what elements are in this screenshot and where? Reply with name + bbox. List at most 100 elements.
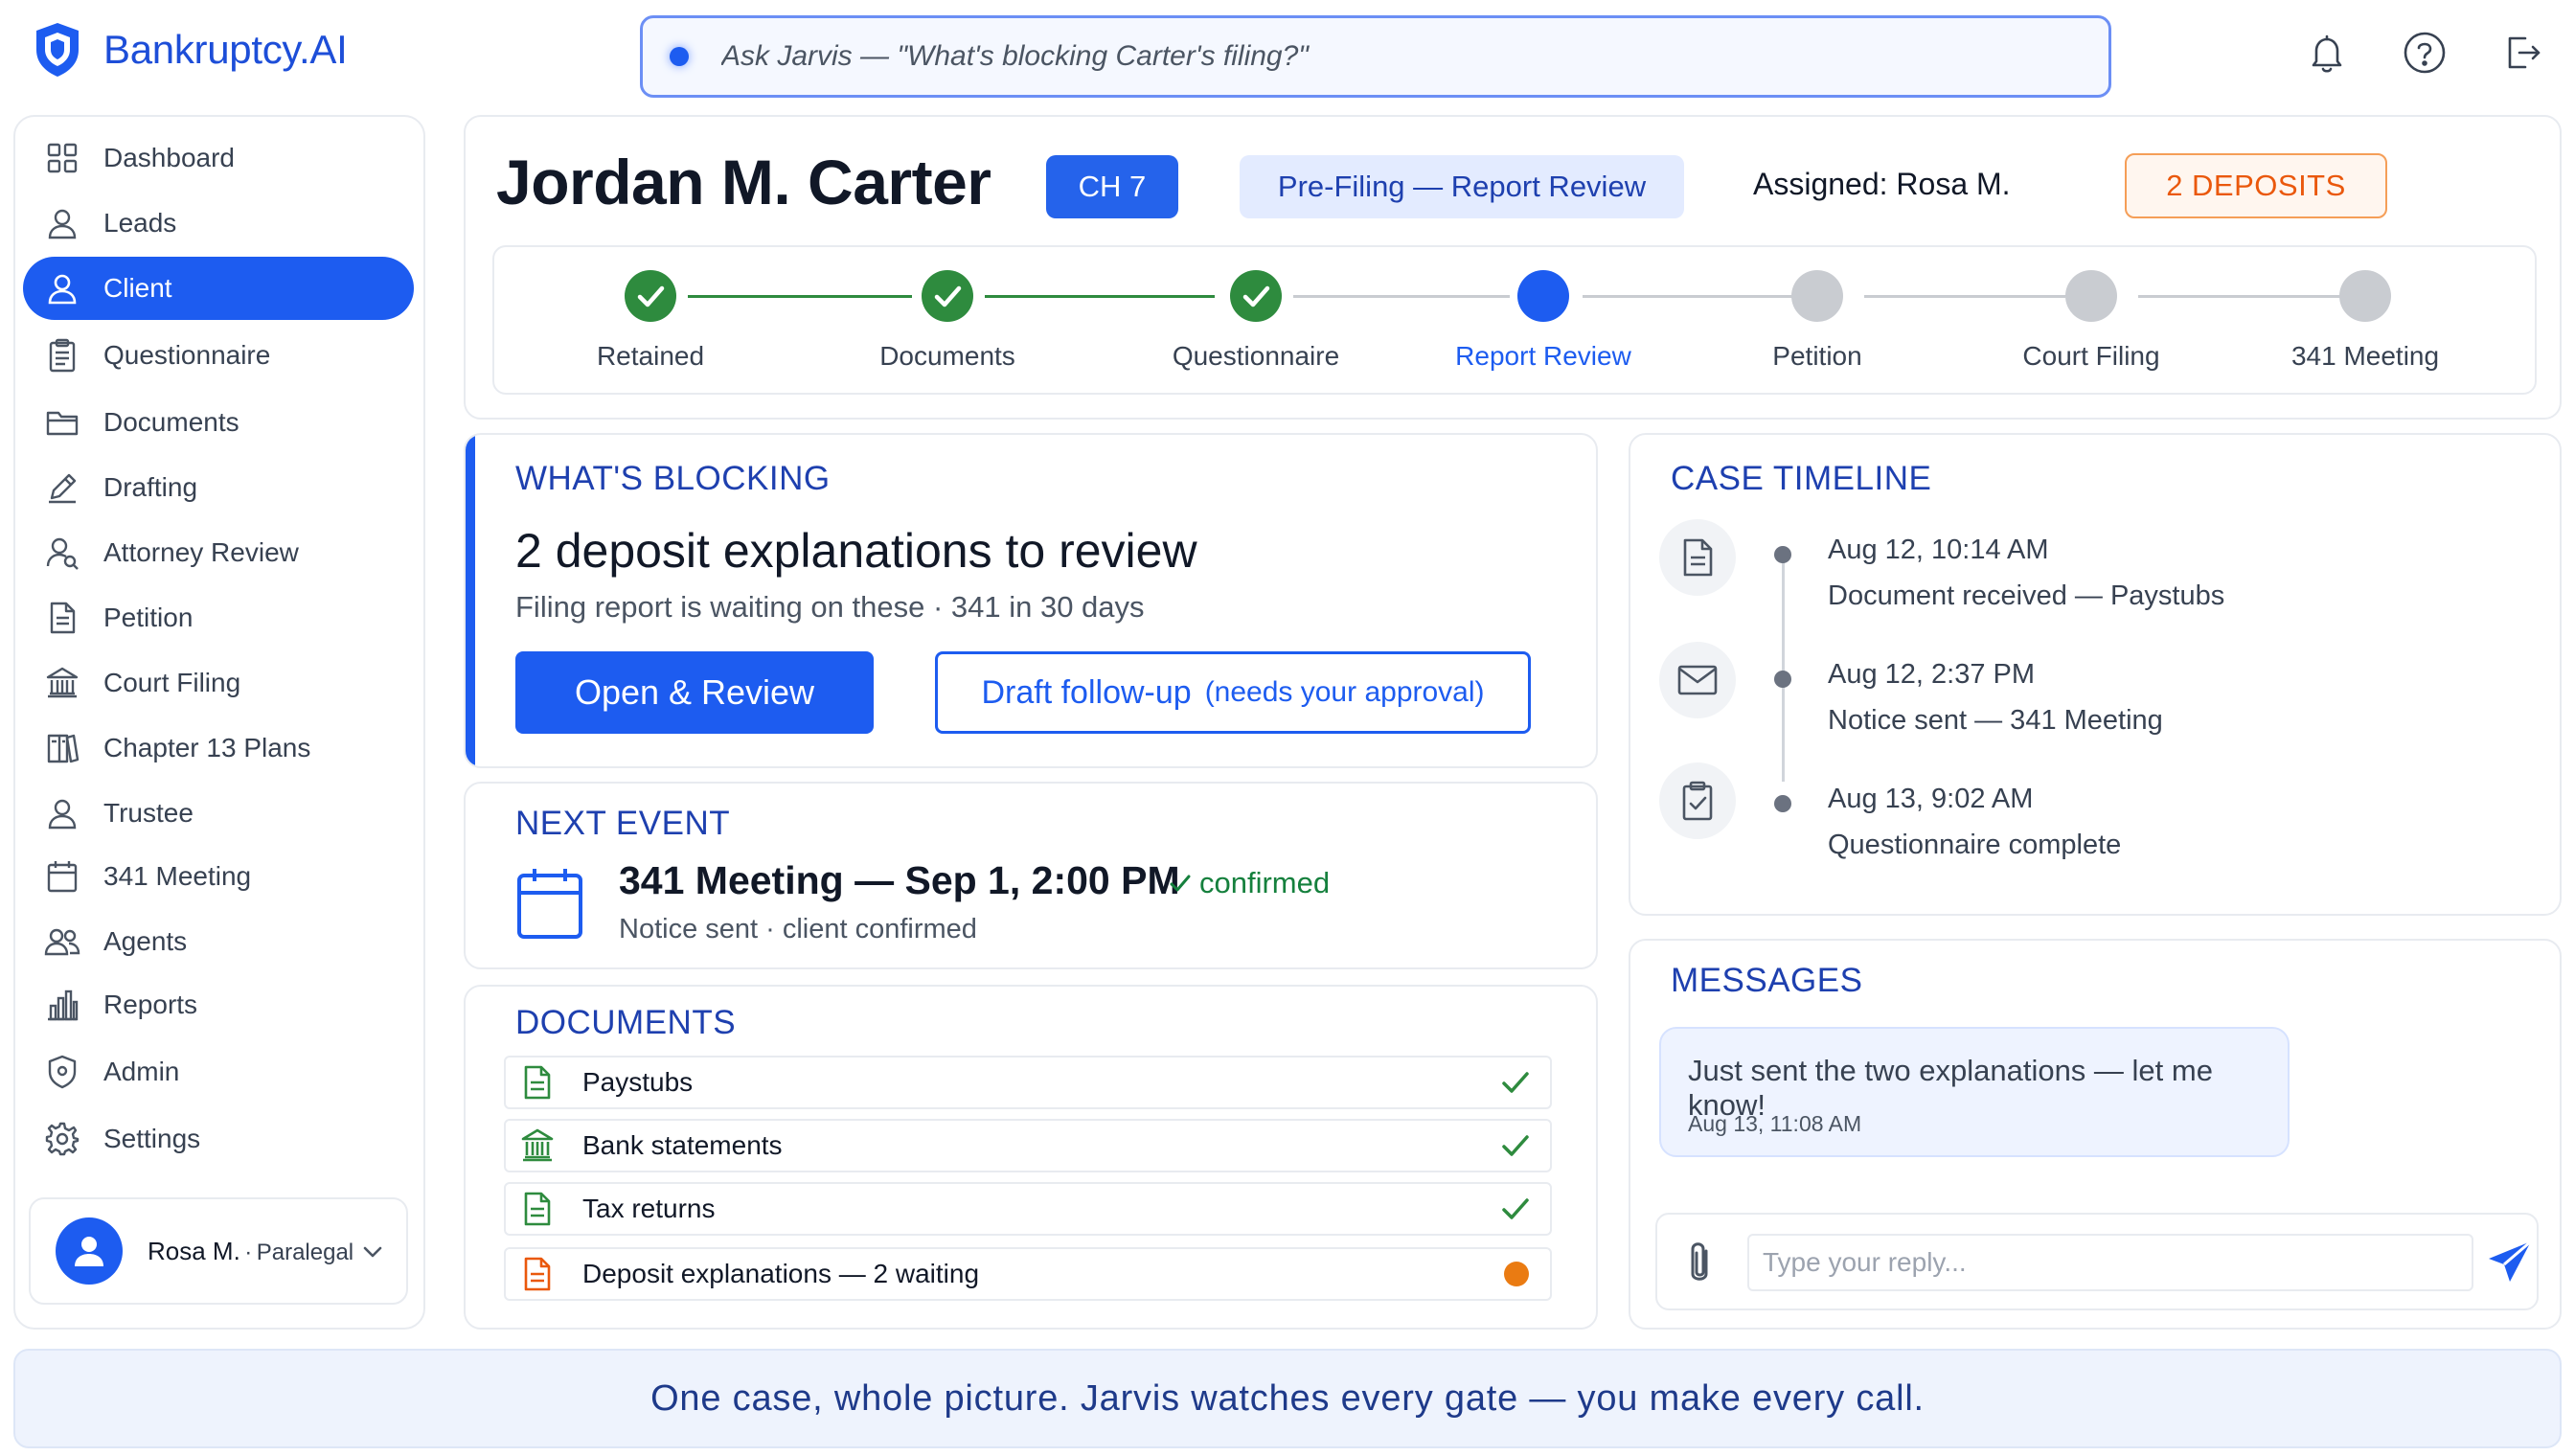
user-menu[interactable]: Rosa M. · Paralegal bbox=[29, 1197, 408, 1305]
notifications-button[interactable] bbox=[2303, 29, 2351, 77]
check-icon bbox=[1502, 1072, 1529, 1093]
deposits-badge[interactable]: 2 DEPOSITS bbox=[2125, 153, 2387, 218]
jarvis-status-icon bbox=[670, 47, 689, 66]
gear-icon bbox=[45, 1122, 80, 1156]
document-icon bbox=[524, 1257, 551, 1291]
document-icon bbox=[524, 1065, 551, 1100]
timeline-title: CASE TIMELINE bbox=[1671, 460, 1932, 497]
sidebar-item-documents[interactable]: Documents bbox=[23, 391, 414, 454]
sidebar-item-label: Dashboard bbox=[103, 143, 235, 172]
sidebar-item-admin[interactable]: Admin bbox=[23, 1040, 414, 1103]
step-questionnaire-check-icon[interactable] bbox=[1230, 270, 1282, 322]
document-row[interactable]: Bank statements bbox=[504, 1119, 1552, 1172]
sidebar-item-reports[interactable]: Reports bbox=[23, 973, 414, 1036]
next-event-detail: Notice sent · client confirmed bbox=[619, 914, 977, 944]
stage-badge: Pre-Filing — Report Review bbox=[1240, 155, 1684, 218]
client-header: Jordan M. Carter CH 7 Pre-Filing — Repor… bbox=[464, 115, 2562, 420]
step-label: Documents bbox=[879, 341, 1015, 371]
step-connector bbox=[688, 295, 912, 298]
document-row[interactable]: Tax returns bbox=[504, 1182, 1552, 1236]
sidebar-item-341-meeting[interactable]: 341 Meeting bbox=[23, 845, 414, 908]
send-button[interactable] bbox=[2485, 1238, 2535, 1287]
sidebar-item-leads[interactable]: Leads bbox=[23, 192, 414, 255]
sidebar-item-trustee[interactable]: Trustee bbox=[23, 782, 414, 845]
user-role-separator: · bbox=[244, 1239, 253, 1265]
step-341-meeting-pending-icon[interactable] bbox=[2339, 270, 2391, 322]
tagline: One case, whole picture. Jarvis watches … bbox=[650, 1377, 1925, 1419]
step-label: Petition bbox=[1772, 341, 1862, 371]
step-retained-check-icon[interactable] bbox=[625, 270, 676, 322]
document-name: Deposit explanations — 2 waiting bbox=[582, 1259, 980, 1288]
check-icon bbox=[1502, 1135, 1529, 1156]
step-report-review-current-icon[interactable] bbox=[1517, 270, 1569, 322]
sidebar-item-label: Settings bbox=[103, 1124, 201, 1153]
step-court-filing-pending-icon[interactable] bbox=[2065, 270, 2117, 322]
open-review-button[interactable]: Open & Review bbox=[515, 651, 874, 734]
bell-icon bbox=[2312, 34, 2342, 73]
sidebar-item-label: Drafting bbox=[103, 472, 198, 502]
step-petition-pending-icon[interactable] bbox=[1791, 270, 1843, 322]
check-icon bbox=[1502, 1198, 1529, 1219]
document-row[interactable]: Deposit explanations — 2 waiting bbox=[504, 1247, 1552, 1301]
sidebar-item-label: Attorney Review bbox=[103, 537, 299, 567]
step-label: 341 Meeting bbox=[2290, 341, 2440, 371]
help-icon bbox=[2404, 32, 2446, 74]
reply-input[interactable] bbox=[1747, 1234, 2473, 1291]
case-stepper: Retained Documents Questionnaire Report … bbox=[492, 245, 2537, 395]
attach-button[interactable] bbox=[1680, 1238, 1719, 1289]
sidebar-item-drafting[interactable]: Drafting bbox=[23, 456, 414, 519]
jarvis-search-input[interactable] bbox=[721, 40, 2015, 73]
sidebar-item-label: Petition bbox=[103, 603, 194, 632]
help-button[interactable] bbox=[2401, 29, 2449, 77]
sidebar-item-label: Trustee bbox=[103, 798, 194, 828]
paperclip-icon bbox=[1691, 1242, 1708, 1281]
sidebar-item-chapter-13-plans[interactable]: Chapter 13 Plans bbox=[23, 717, 414, 780]
timeline-time: Aug 13, 9:02 AM bbox=[1828, 784, 2034, 814]
sidebar-item-dashboard[interactable]: Dashboard bbox=[23, 126, 414, 190]
sidebar-item-attorney-review[interactable]: Attorney Review bbox=[23, 521, 414, 584]
message-bubble[interactable]: Just sent the two explanations — let me … bbox=[1659, 1027, 2290, 1157]
sidebar-item-client[interactable]: Client bbox=[23, 257, 414, 320]
step-connector bbox=[985, 295, 1215, 298]
people-icon bbox=[44, 928, 80, 956]
step-documents-check-icon[interactable] bbox=[922, 270, 973, 322]
document-row[interactable]: Paystubs bbox=[504, 1056, 1552, 1109]
blocking-headline: 2 deposit explanations to review bbox=[515, 524, 1197, 578]
logout-button[interactable] bbox=[2498, 29, 2546, 77]
person-icon bbox=[48, 274, 77, 305]
approval-note: (needs your approval) bbox=[1204, 676, 1485, 708]
sidebar-item-label: Documents bbox=[103, 407, 239, 437]
step-connector bbox=[2138, 295, 2343, 298]
draft-follow-up-button[interactable]: Draft follow-up (needs your approval) bbox=[935, 651, 1531, 734]
calendar-icon bbox=[517, 869, 582, 939]
timeline-dot bbox=[1774, 546, 1791, 563]
sidebar-item-agents[interactable]: Agents bbox=[23, 910, 414, 973]
next-event-title: NEXT EVENT bbox=[515, 805, 731, 842]
timeline-desc: Questionnaire complete bbox=[1828, 830, 2122, 860]
step-label: Report Review bbox=[1455, 341, 1631, 371]
blocking-card: WHAT'S BLOCKING 2 deposit explanations t… bbox=[464, 433, 1598, 768]
jarvis-search[interactable] bbox=[640, 15, 2111, 98]
next-event-name[interactable]: 341 Meeting — Sep 1, 2:00 PM bbox=[619, 858, 1180, 903]
app-logo[interactable]: Bankruptcy.AI bbox=[33, 21, 348, 79]
blocking-accent-bar bbox=[466, 435, 475, 766]
draft-follow-up-label: Draft follow-up bbox=[981, 673, 1192, 711]
person-icon bbox=[48, 209, 77, 239]
sidebar-item-court-filing[interactable]: Court Filing bbox=[23, 651, 414, 715]
sidebar-item-petition[interactable]: Petition bbox=[23, 586, 414, 649]
clipboard-check-icon bbox=[1682, 781, 1713, 821]
step-label: Questionnaire bbox=[1172, 341, 1340, 371]
step-connector bbox=[1864, 295, 2065, 298]
sidebar-item-questionnaire[interactable]: Questionnaire bbox=[23, 324, 414, 387]
sidebar-item-settings[interactable]: Settings bbox=[23, 1107, 414, 1171]
document-icon bbox=[524, 1192, 551, 1226]
grid-icon bbox=[47, 143, 78, 173]
documents-title: DOCUMENTS bbox=[515, 1004, 737, 1041]
timeline-desc: Notice sent — 341 Meeting bbox=[1828, 705, 2163, 736]
timeline-rail bbox=[1782, 556, 1785, 782]
document-name: Bank statements bbox=[582, 1130, 783, 1160]
book-icon bbox=[47, 734, 80, 763]
sidebar-item-label: Court Filing bbox=[103, 668, 241, 697]
documents-card: DOCUMENTS Paystubs Bank statements Tax r… bbox=[464, 985, 1598, 1330]
sidebar-item-label: Questionnaire bbox=[103, 340, 271, 370]
